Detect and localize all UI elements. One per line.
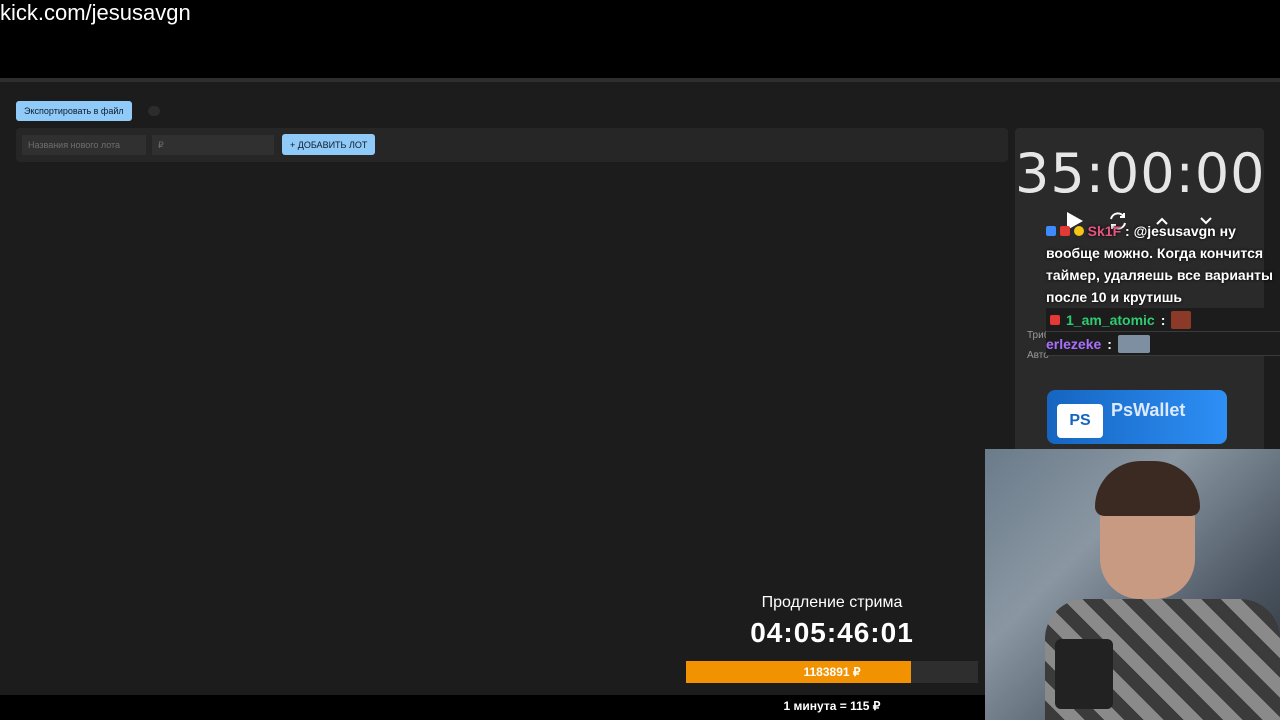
- donation-progress: 1183891 ₽: [686, 661, 978, 683]
- stream-extension-title: Продление стрима: [761, 594, 903, 611]
- theme-toggle[interactable]: [148, 106, 160, 116]
- pswallet-ad: PS PsWallet: [1047, 390, 1227, 444]
- sub-badge-icon: [1059, 226, 1070, 236]
- verified-badge-icon: [1046, 226, 1056, 236]
- chat-text-line-2: вообще можно. Когда кончится: [1046, 245, 1264, 261]
- progress-amount: 1183891 ₽: [803, 665, 861, 679]
- webcam-feed: [985, 449, 1280, 720]
- auction-timer: 35:00:00: [1015, 142, 1266, 205]
- new-lot-bar: + ДОБАВИТЬ ЛОТ: [16, 128, 1008, 162]
- add-lot-button[interactable]: + ДОБАВИТЬ ЛОТ: [282, 134, 376, 155]
- chat-username: erlezeke: [1046, 335, 1102, 352]
- stream-extension-timer: 04:05:46:01: [750, 617, 914, 648]
- chat-message: Sk1F : @jesusavgn ну вообще можно. Когда…: [1046, 223, 1273, 305]
- chat-username: 1_am_atomic: [1066, 311, 1155, 328]
- chat-row: erlezeke:: [1046, 332, 1280, 356]
- chat-username: Sk1F: [1087, 223, 1122, 239]
- sub-badge-icon: [1050, 314, 1060, 325]
- lot-name-input[interactable]: [22, 135, 146, 155]
- streamer-hair: [1095, 461, 1200, 516]
- chat-row: 1_am_atomic:: [1046, 308, 1280, 332]
- lot-price-input[interactable]: [152, 135, 274, 155]
- chat-text-line-3: таймер, удаляешь все варианты: [1046, 267, 1273, 283]
- chat-overlay: Sk1F : @jesusavgn ну вообще можно. Когда…: [1046, 220, 1280, 356]
- channel-url: kick.com/jesusavgn: [0, 0, 191, 25]
- chat-text-line-1: @jesusavgn ну: [1133, 223, 1236, 239]
- pswallet-name: PsWallet: [1111, 400, 1186, 420]
- gift-badge-icon: [1073, 226, 1084, 236]
- pswallet-logo-icon: PS: [1057, 404, 1103, 438]
- emote-icon: [1117, 334, 1150, 353]
- microphone: [1055, 639, 1113, 709]
- export-button[interactable]: Экспортировать в файл: [16, 101, 132, 121]
- emote-icon: [1171, 310, 1192, 329]
- chat-text-line-4: после 10 и крутишь: [1046, 289, 1183, 305]
- rate-info: 1 минута = 115 ₽: [783, 699, 881, 713]
